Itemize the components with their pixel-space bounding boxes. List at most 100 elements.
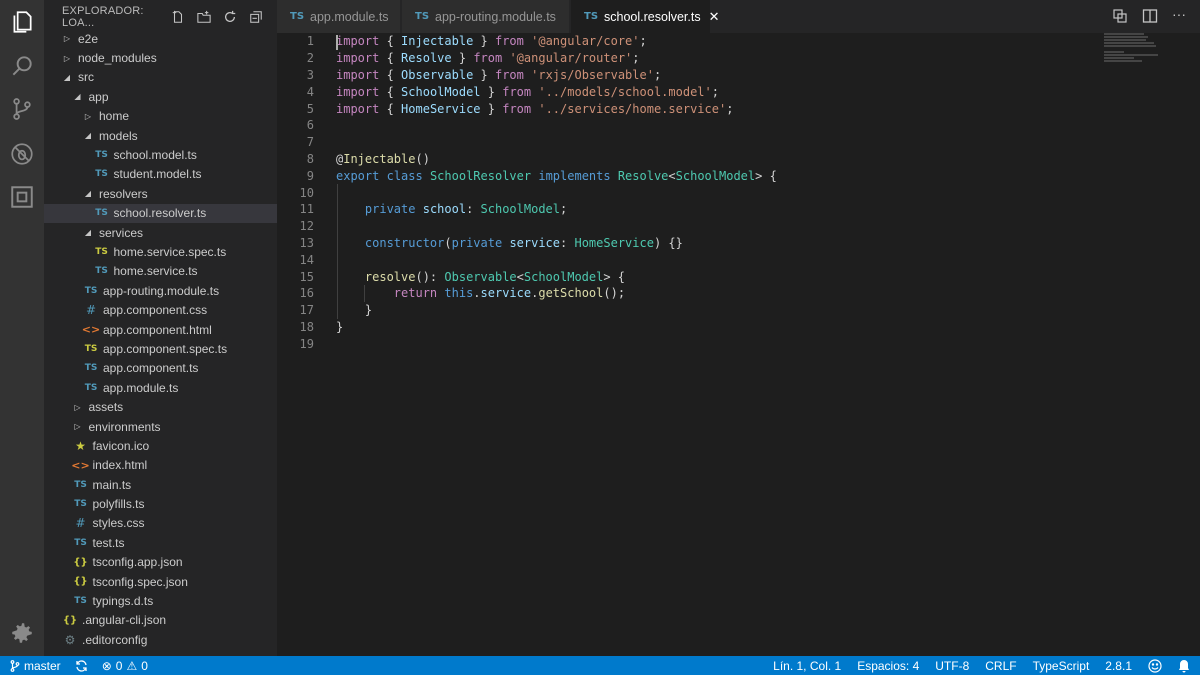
code-token: SchoolResolver: [429, 168, 532, 183]
collapse-all-icon[interactable]: [249, 10, 263, 24]
json-icon: {}: [62, 614, 78, 626]
chevron-down-icon[interactable]: ◢: [62, 73, 72, 82]
tab-app-routing-module[interactable]: TS app-routing.module.ts: [402, 0, 570, 33]
explorer-icon[interactable]: [8, 8, 36, 36]
tab-app-module[interactable]: TS app.module.ts: [277, 0, 401, 33]
chevron-down-icon[interactable]: ◢: [83, 189, 93, 198]
line-number: 19: [299, 336, 314, 351]
tree-folder[interactable]: ◢ src: [44, 68, 277, 87]
tree-file[interactable]: {} tsconfig.app.json: [44, 553, 277, 572]
language-mode[interactable]: TypeScript: [1033, 659, 1090, 673]
typescript-icon: TS: [74, 499, 87, 510]
close-tab-icon[interactable]: ✕: [709, 9, 720, 25]
chevron-right-icon[interactable]: ▷: [73, 422, 83, 431]
tree-file[interactable]: TS typings.d.ts: [44, 591, 277, 610]
tree-file[interactable]: TS test.ts: [44, 533, 277, 552]
branch-indicator[interactable]: master: [10, 659, 61, 673]
new-file-icon[interactable]: [171, 10, 185, 24]
code-line: 4 import { SchoolModel } from '../models/…: [277, 83, 719, 100]
tree-file[interactable]: {} tsconfig.spec.json: [44, 572, 277, 591]
code-token: this: [444, 286, 474, 301]
feedback-smiley-icon[interactable]: [1148, 658, 1162, 673]
chevron-right-icon[interactable]: ▷: [62, 34, 72, 43]
tree-folder[interactable]: ▷ assets: [44, 397, 277, 416]
code-editor[interactable]: 1 import { Injectable } from '@angular/co…: [277, 33, 1200, 656]
tree-item-label: index.html: [92, 458, 148, 473]
error-count: 0: [115, 658, 123, 673]
tree-file[interactable]: ⚙ .editorconfig: [44, 630, 277, 649]
tree-file[interactable]: TS polyfills.ts: [44, 494, 277, 513]
chevron-down-icon[interactable]: ◢: [83, 131, 93, 140]
indentation[interactable]: Espacios: 4: [857, 659, 919, 673]
tree-file[interactable]: <> index.html: [44, 456, 277, 475]
notifications-bell-icon[interactable]: [1178, 659, 1190, 673]
new-folder-icon[interactable]: [197, 10, 211, 24]
code-token: ;: [653, 67, 662, 82]
more-actions-icon[interactable]: ···: [1172, 7, 1188, 24]
code-text: import { SchoolModel } from '../models/s…: [336, 85, 719, 99]
tree-folder[interactable]: ▷ home: [44, 107, 277, 126]
tree-file[interactable]: {} .angular-cli.json: [44, 611, 277, 630]
tree-item-label: tsconfig.spec.json: [92, 574, 188, 589]
tree-folder[interactable]: ◢ app: [44, 87, 277, 106]
tree-folder[interactable]: ▷ node_modules: [44, 48, 277, 67]
source-control-icon[interactable]: [8, 95, 36, 123]
chevron-down-icon[interactable]: ◢: [73, 92, 83, 101]
tree-file[interactable]: TS app-routing.module.ts: [44, 281, 277, 300]
refresh-icon[interactable]: [223, 10, 237, 24]
chevron-right-icon[interactable]: ▷: [62, 54, 72, 63]
tree-folder[interactable]: ▷ e2e: [44, 29, 277, 48]
settings-gear-icon[interactable]: [8, 619, 36, 647]
code-token: ();: [603, 286, 626, 301]
tree-file[interactable]: <> app.component.html: [44, 320, 277, 339]
tree-file[interactable]: TS app.component.spec.ts: [44, 339, 277, 358]
tree-file[interactable]: TS school.model.ts: [44, 145, 277, 164]
open-changes-icon[interactable]: [1112, 8, 1128, 24]
tree-file[interactable]: TS app.module.ts: [44, 378, 277, 397]
tab-school-resolver[interactable]: TS school.resolver.ts ✕: [571, 0, 720, 33]
problems-indicator[interactable]: ⊗ 0 ⚠ 0: [102, 659, 148, 673]
tree-file[interactable]: TS school.resolver.ts: [44, 203, 277, 223]
tree-file[interactable]: # styles.css: [44, 514, 277, 533]
encoding[interactable]: UTF-8: [935, 659, 969, 673]
tree-file[interactable]: TS home.service.ts: [44, 262, 277, 281]
code-token: > {: [755, 168, 777, 183]
debug-icon[interactable]: [8, 140, 36, 168]
tree-file[interactable]: TS student.model.ts: [44, 165, 277, 184]
tree-file[interactable]: TS app.component.ts: [44, 359, 277, 378]
split-editor-icon[interactable]: [1142, 8, 1158, 24]
code-token: Injectable: [401, 34, 474, 49]
line-number: 18: [299, 319, 314, 334]
line-number: 4: [306, 84, 314, 99]
tree-folder[interactable]: ◢ services: [44, 223, 277, 242]
typescript-version[interactable]: 2.8.1: [1105, 659, 1132, 673]
tree-folder[interactable]: ▷ environments: [44, 417, 277, 436]
search-icon[interactable]: [8, 52, 36, 80]
line-number: 9: [306, 168, 314, 183]
tree-file[interactable]: TS home.service.spec.ts: [44, 242, 277, 261]
indent-guide: [364, 285, 365, 302]
sync-icon[interactable]: [75, 659, 88, 672]
chevron-down-icon[interactable]: ◢: [83, 228, 93, 237]
code-text: import { HomeService } from '../services…: [336, 102, 733, 116]
tree-file[interactable]: ★ favicon.ico: [44, 436, 277, 455]
code-text: constructor(private service: HomeService…: [336, 236, 683, 250]
tree-file[interactable]: # app.component.css: [44, 300, 277, 319]
code-token: <: [516, 269, 524, 284]
chevron-right-icon[interactable]: ▷: [73, 403, 83, 412]
end-of-line[interactable]: CRLF: [985, 659, 1016, 673]
tree-file[interactable]: TS main.ts: [44, 475, 277, 494]
code-line: 18}: [277, 319, 344, 336]
minimap[interactable]: [1104, 33, 1164, 73]
tree-folder[interactable]: ◢ models: [44, 126, 277, 145]
line-number: 12: [299, 219, 314, 234]
cursor-position[interactable]: Lín. 1, Col. 1: [773, 659, 841, 673]
code-text: import { Observable } from 'rxjs/Observa…: [336, 68, 661, 82]
chevron-right-icon[interactable]: ▷: [83, 112, 93, 121]
code-token: service: [509, 235, 561, 250]
code-token: {: [379, 101, 402, 116]
tree-folder[interactable]: ◢ resolvers: [44, 184, 277, 203]
extensions-icon[interactable]: [8, 183, 36, 211]
